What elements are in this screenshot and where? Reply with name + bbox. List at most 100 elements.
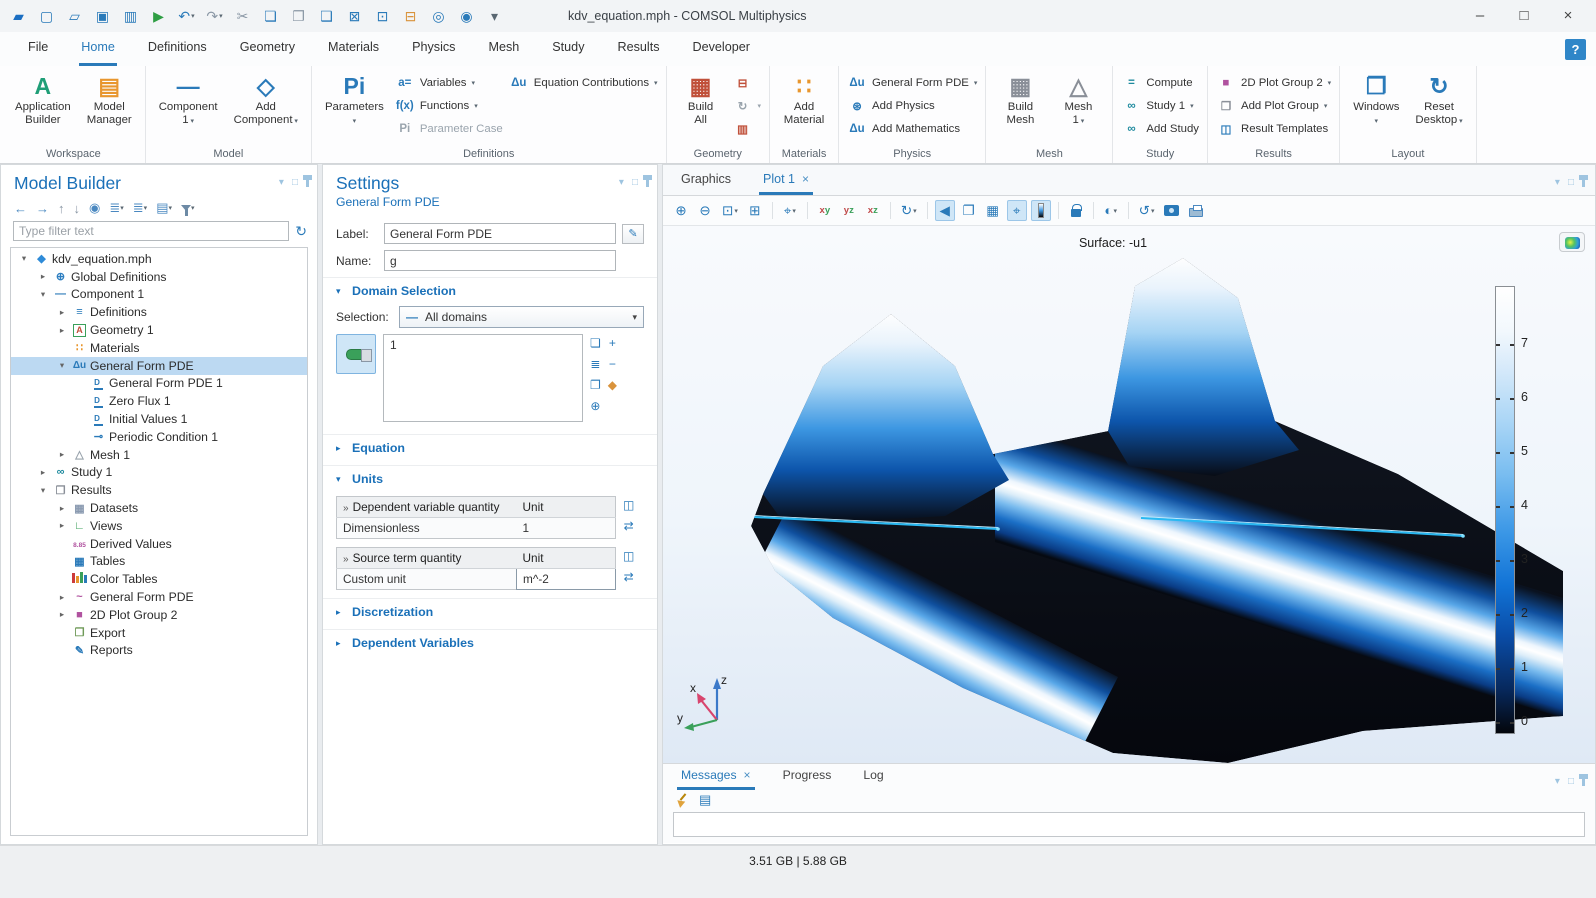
- surface-plot[interactable]: [663, 226, 1595, 763]
- message-table-icon[interactable]: ▤: [699, 792, 711, 808]
- tree-item-kdv-equation-mph[interactable]: ▾◆kdv_equation.mph: [11, 250, 307, 268]
- pin-panel-icon[interactable]: [306, 179, 309, 187]
- redo-button[interactable]: ↷▾: [206, 8, 223, 25]
- tab-plot-1[interactable]: Plot 1×: [759, 165, 813, 195]
- section-discretization[interactable]: ▸ Discretization: [323, 598, 657, 625]
- plot-area[interactable]: Surface: -u1: [663, 226, 1595, 763]
- tree-item-mesh-1[interactable]: ▸△Mesh 1: [11, 446, 307, 464]
- cut-button[interactable]: ✂: [234, 8, 251, 25]
- close-icon[interactable]: ×: [744, 768, 751, 782]
- nav-forward-icon[interactable]: →: [36, 201, 49, 216]
- close-button[interactable]: ×: [1546, 0, 1590, 32]
- nav-back-icon[interactable]: ←: [14, 201, 27, 216]
- unit-input-cell[interactable]: m^-2: [517, 569, 616, 590]
- variables-button[interactable]: a=Variables▾: [395, 72, 503, 93]
- label-field[interactable]: [384, 223, 616, 244]
- tree-item-reports[interactable]: ✎Reports: [11, 642, 307, 660]
- parameters-button[interactable]: PiParameters ▾: [320, 69, 389, 130]
- move-down-icon[interactable]: ↓: [74, 201, 81, 216]
- menu-mesh[interactable]: Mesh: [486, 32, 521, 66]
- collapse-panel-icon[interactable]: ▾: [1555, 776, 1560, 787]
- create-selection-icon[interactable]: ❏: [590, 336, 601, 350]
- quick-colorbar-button[interactable]: [1031, 200, 1051, 221]
- float-panel-icon[interactable]: □: [292, 177, 298, 188]
- tree-item-zero-flux-1[interactable]: DZero Flux 1: [11, 392, 307, 410]
- parameter-case-button[interactable]: PiParameter Case: [395, 118, 503, 139]
- tab-progress[interactable]: Progress: [779, 764, 836, 790]
- copy-button[interactable]: ❏: [262, 8, 279, 25]
- view-xy-button[interactable]: xy: [815, 200, 835, 221]
- zoom-to-selection-icon[interactable]: ⊕: [590, 399, 600, 413]
- zoom-in-button[interactable]: ⊕: [671, 200, 691, 221]
- chevron-down-icon[interactable]: ▾: [36, 289, 50, 300]
- domain-list-item[interactable]: 1: [390, 338, 576, 352]
- tree-item-definitions[interactable]: ▸≡Definitions: [11, 303, 307, 321]
- menu-geometry[interactable]: Geometry: [238, 32, 297, 66]
- filter-icon[interactable]: ▾: [181, 204, 195, 212]
- tab-messages[interactable]: Messages×: [677, 764, 755, 790]
- study-1-button[interactable]: ∞Study 1▾: [1121, 95, 1199, 116]
- refresh-icon[interactable]: ↻: [295, 223, 307, 240]
- paste-selection-icon[interactable]: ❐: [590, 378, 601, 392]
- float-panel-icon[interactable]: □: [1568, 177, 1574, 188]
- virtual-operations-button[interactable]: ▥: [733, 118, 762, 139]
- tree-item-derived-values[interactable]: 8.85Derived Values: [11, 535, 307, 553]
- clear-selection-button[interactable]: ⊟: [402, 8, 419, 25]
- collapse-all-icon[interactable]: ≣▾: [133, 200, 147, 216]
- functions-button[interactable]: f(x)Functions▾: [395, 95, 503, 116]
- clear-messages-icon[interactable]: [675, 793, 689, 807]
- add-material-button[interactable]: ∷AddMaterial: [778, 69, 830, 129]
- menu-developer[interactable]: Developer: [691, 32, 752, 66]
- tree-filter-input[interactable]: [13, 221, 289, 241]
- rename-button[interactable]: ✎: [622, 224, 644, 244]
- chevron-right-icon[interactable]: ▸: [55, 609, 69, 620]
- menu-home[interactable]: Home: [79, 32, 117, 66]
- rotate-view-button[interactable]: ↻▾: [898, 200, 920, 221]
- add-plot-group-button[interactable]: ❐Add Plot Group▾: [1216, 95, 1331, 116]
- save-to-server-button[interactable]: ▥: [122, 8, 139, 25]
- tab-graphics[interactable]: Graphics: [677, 165, 735, 195]
- tree-item-export[interactable]: ❒Export: [11, 624, 307, 642]
- float-panel-icon[interactable]: □: [632, 177, 638, 188]
- move-up-icon[interactable]: ↑: [58, 201, 65, 216]
- view-xz-button[interactable]: xz: [863, 200, 883, 221]
- chevron-right-icon[interactable]: ▸: [55, 520, 69, 531]
- find-button[interactable]: ◎: [430, 8, 447, 25]
- go-to-default-view-button[interactable]: ⌖▾: [780, 200, 800, 221]
- tree-item-global-definitions[interactable]: ▸⊕Global Definitions: [11, 268, 307, 286]
- add-mathematics-button[interactable]: ΔuAdd Mathematics: [847, 118, 977, 139]
- paste-button[interactable]: ❐: [290, 8, 307, 25]
- active-toggle-button[interactable]: [336, 334, 376, 374]
- tree-item-general-form-pde-1[interactable]: DGeneral Form PDE 1: [11, 375, 307, 393]
- compute-button[interactable]: =Compute: [1121, 72, 1199, 93]
- add-physics-button[interactable]: ⊛Add Physics: [847, 95, 977, 116]
- chevron-right-icon[interactable]: ▸: [36, 467, 50, 478]
- chevron-right-icon[interactable]: ▸: [55, 325, 69, 336]
- general-form-pde-select-button[interactable]: ΔuGeneral Form PDE▾: [847, 72, 977, 93]
- menu-materials[interactable]: Materials: [326, 32, 381, 66]
- replace-unit-icon[interactable]: ⇄: [624, 570, 634, 584]
- add-to-selection-icon[interactable]: +: [609, 336, 616, 350]
- model-settings-icon[interactable]: ▤▾: [156, 200, 172, 216]
- replace-unit-icon[interactable]: ⇄: [624, 519, 634, 533]
- model-manager-button[interactable]: ▤ModelManager: [82, 69, 137, 129]
- add-study-button[interactable]: ∞Add Study: [1121, 118, 1199, 139]
- collapse-panel-icon[interactable]: ▾: [619, 177, 624, 188]
- tree-item-color-tables[interactable]: Color Tables: [11, 570, 307, 588]
- edit-table-icon[interactable]: ◫: [623, 549, 634, 563]
- tree-item-datasets[interactable]: ▸▦Datasets: [11, 499, 307, 517]
- chevron-down-icon[interactable]: ▾: [17, 253, 31, 264]
- quick-grid-button[interactable]: ▦: [983, 200, 1003, 221]
- component-1-button[interactable]: —Component1 ▾: [154, 69, 223, 130]
- add-component-button[interactable]: ◇AddComponent ▾: [229, 69, 303, 130]
- pin-panel-icon[interactable]: [1582, 778, 1585, 786]
- tree-item-geometry-1[interactable]: ▸AGeometry 1: [11, 321, 307, 339]
- chevron-down-icon[interactable]: ▾: [55, 360, 69, 371]
- environment-button[interactable]: ◐▾: [1101, 200, 1121, 221]
- result-templates-button[interactable]: ◫Result Templates: [1216, 118, 1331, 139]
- windows-button[interactable]: ❐Windows ▾: [1348, 69, 1404, 130]
- scene-light-button[interactable]: ◀: [935, 200, 955, 221]
- equation-contributions-button[interactable]: ΔuEquation Contributions▾: [509, 72, 658, 93]
- menu-physics[interactable]: Physics: [410, 32, 457, 66]
- chevron-right-icon[interactable]: ▸: [55, 592, 69, 603]
